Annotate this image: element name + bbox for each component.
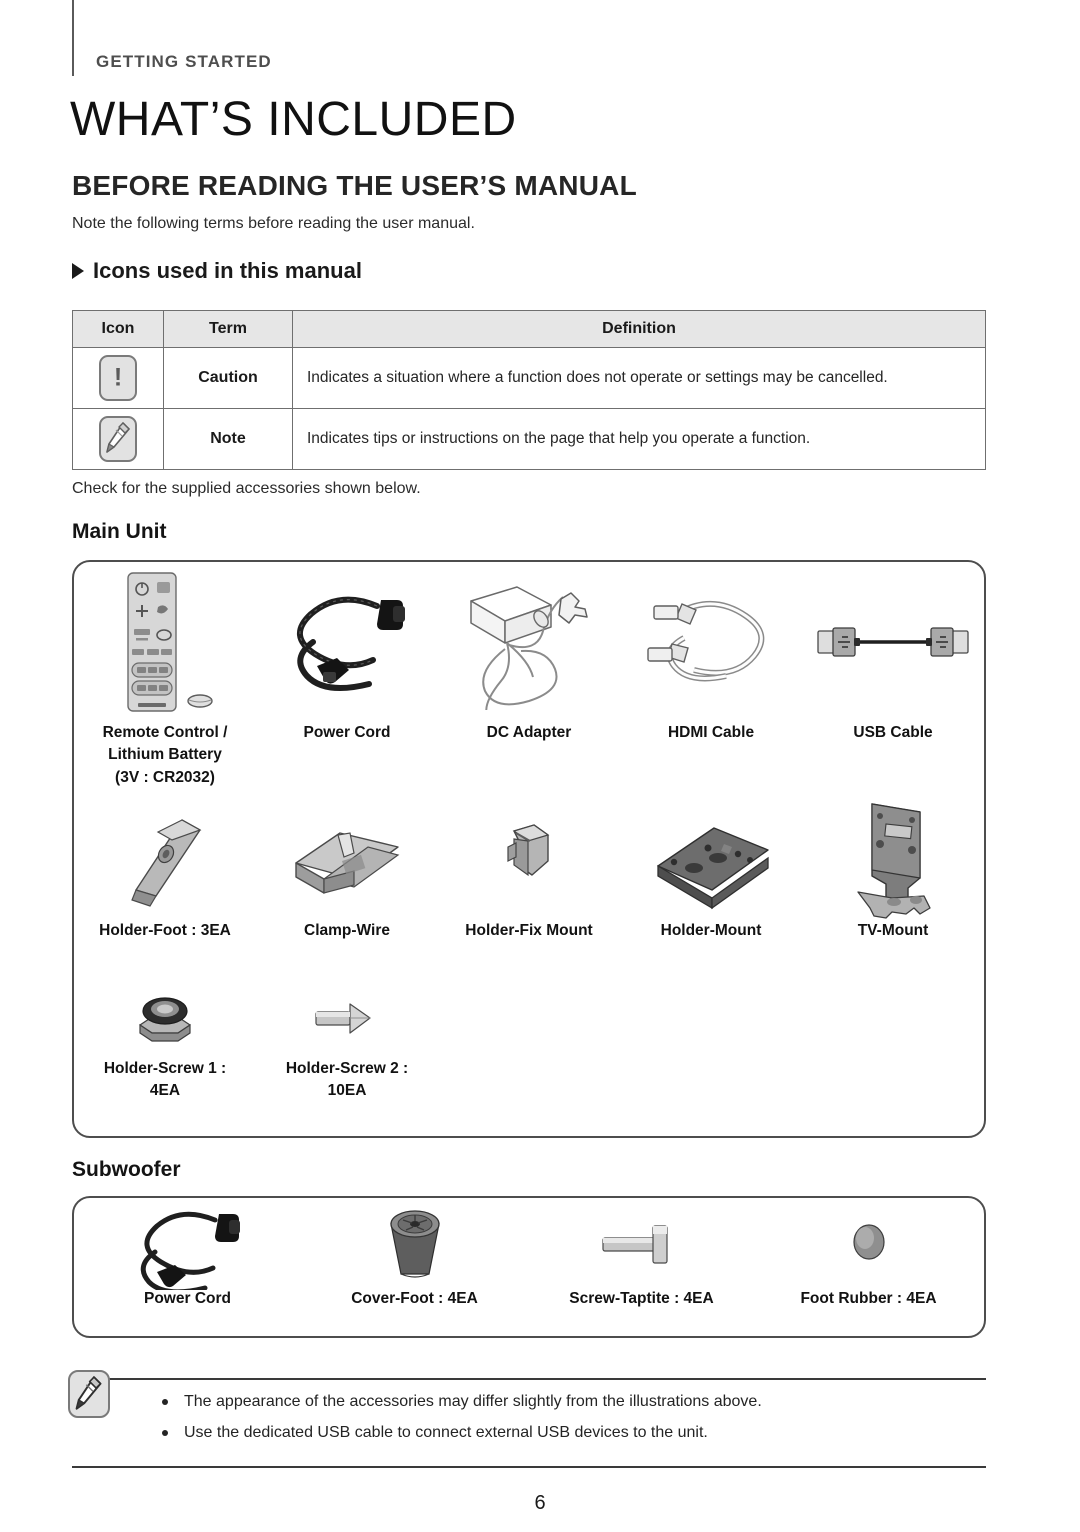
triangle-right-icon xyxy=(72,263,84,279)
accessory-label: Holder-Fix Mount xyxy=(465,922,593,939)
main-unit-row-3: Holder-Screw 1 : 4EA Holder-Screw 2 : 10… xyxy=(74,982,438,1114)
table-header-row: Icon Term Definition xyxy=(72,310,986,348)
note-list-item: The appearance of the accessories may di… xyxy=(160,1386,762,1417)
note-rule-top xyxy=(72,1378,986,1380)
subwoofer-row: Power Cord Cover-Foot : 4EA Screw-Taptit xyxy=(74,1200,984,1322)
accessory-item-holder-fix-mount: Holder-Fix Mount xyxy=(438,800,620,950)
cell-definition-caution: Indicates a situation where a function d… xyxy=(292,347,986,409)
group-label-main-unit: Main Unit xyxy=(72,520,167,543)
accessory-item-holder-foot: Holder-Foot : 3EA xyxy=(74,800,256,950)
section-title: BEFORE READING THE USER’S MANUAL xyxy=(72,170,637,201)
caution-icon xyxy=(99,355,137,401)
accessory-item-subwoofer-power-cord: Power Cord xyxy=(74,1200,301,1322)
screw-taptite-icon xyxy=(587,1200,697,1288)
accessory-label: Power Cord xyxy=(144,1290,231,1307)
accessory-item-dc-adapter: DC Adapter xyxy=(438,566,620,794)
accessory-label: Foot Rubber : 4EA xyxy=(800,1290,937,1307)
accessory-item-screw-taptite: Screw-Taptite : 4EA xyxy=(528,1200,755,1322)
accessory-item-holder-screw-2: Holder-Screw 2 : 10EA xyxy=(256,982,438,1114)
foot-rubber-icon xyxy=(834,1200,904,1288)
accessory-item-power-cord: Power Cord xyxy=(256,566,438,794)
cell-term-caution: Caution xyxy=(163,347,293,409)
accessory-item-hdmi-cable: HDMI Cable xyxy=(620,566,802,794)
accessory-item-remote-control: Remote Control / Lithium Battery (3V : C… xyxy=(74,566,256,794)
note-rule-bottom xyxy=(72,1466,986,1468)
usb-cable-icon xyxy=(808,566,978,718)
accessory-item-usb-cable: USB Cable xyxy=(802,566,984,794)
note-badge xyxy=(68,1370,110,1418)
clamp-wire-icon xyxy=(282,800,412,920)
icons-legend-table: Icon Term Definition Caution Indicates a… xyxy=(72,310,986,470)
accessory-label: Cover-Foot : 4EA xyxy=(351,1290,478,1307)
holder-mount-icon xyxy=(646,800,776,920)
holder-screw-2-icon xyxy=(302,982,392,1058)
note-list-item: Use the dedicated USB cable to connect e… xyxy=(160,1417,762,1448)
holder-screw-1-icon xyxy=(120,982,210,1058)
table-row: Caution Indicates a situation where a fu… xyxy=(72,347,986,409)
column-header-definition: Definition xyxy=(292,310,986,348)
accessory-label: USB Cable xyxy=(853,724,933,741)
remote-control-icon xyxy=(90,566,240,718)
chapter-eyebrow: GETTING STARTED xyxy=(96,52,272,71)
accessory-label: Holder-Foot : 3EA xyxy=(99,922,231,939)
header-vertical-rule xyxy=(72,0,74,76)
holder-foot-icon xyxy=(110,800,220,920)
accessory-item-tv-mount: TV-Mount xyxy=(802,800,984,950)
accessory-label: Holder-Mount xyxy=(660,922,762,939)
tv-mount-icon xyxy=(838,800,948,920)
subsection-heading-label: Icons used in this manual xyxy=(93,258,362,283)
cell-icon-caution xyxy=(72,347,164,409)
table-row: Note Indicates tips or instructions on t… xyxy=(72,408,986,470)
accessories-check-text: Check for the supplied accessories shown… xyxy=(72,480,421,497)
accessory-item-cover-foot: Cover-Foot : 4EA xyxy=(301,1200,528,1322)
column-header-icon: Icon xyxy=(72,310,164,348)
power-cord-icon xyxy=(277,566,417,718)
note-icon xyxy=(99,416,137,462)
cover-foot-icon xyxy=(375,1200,455,1288)
accessory-label: Power Cord xyxy=(303,724,391,741)
dc-adapter-icon xyxy=(449,566,609,718)
note-icon xyxy=(68,1370,110,1418)
accessory-item-holder-screw-1: Holder-Screw 1 : 4EA xyxy=(74,982,256,1114)
accessory-label: Holder-Screw 1 : 4EA xyxy=(103,1060,227,1100)
hdmi-cable-icon xyxy=(636,566,786,718)
accessory-item-clamp-wire: Clamp-Wire xyxy=(256,800,438,950)
accessory-item-foot-rubber: Foot Rubber : 4EA xyxy=(755,1200,982,1322)
accessory-label: TV-Mount xyxy=(857,922,929,939)
subsection-heading: Icons used in this manual xyxy=(72,258,362,284)
holder-fix-mount-icon xyxy=(484,800,574,920)
page-number: 6 xyxy=(534,1492,546,1514)
cell-term-note: Note xyxy=(163,408,293,470)
cell-definition-note: Indicates tips or instructions on the pa… xyxy=(292,408,986,470)
accessory-label: Remote Control / Lithium Battery (3V : C… xyxy=(102,724,228,786)
cell-icon-note xyxy=(72,408,164,470)
note-list: The appearance of the accessories may di… xyxy=(160,1386,762,1448)
accessory-label: Holder-Screw 2 : 10EA xyxy=(285,1060,409,1100)
column-header-term: Term xyxy=(163,310,293,348)
accessory-label: HDMI Cable xyxy=(667,724,755,741)
section-lead-text: Note the following terms before reading … xyxy=(72,215,475,232)
power-cord-icon xyxy=(123,1200,253,1290)
page-title: WHAT’S INCLUDED xyxy=(70,93,517,146)
accessory-label: Screw-Taptite : 4EA xyxy=(569,1290,714,1307)
main-unit-row-2: Holder-Foot : 3EA Clamp-Wire Holder-Fix … xyxy=(74,800,984,950)
accessory-label: DC Adapter xyxy=(486,724,572,741)
accessory-label: Clamp-Wire xyxy=(304,922,390,939)
accessory-item-holder-mount: Holder-Mount xyxy=(620,800,802,950)
main-unit-row-1: Remote Control / Lithium Battery (3V : C… xyxy=(74,566,984,794)
group-label-subwoofer: Subwoofer xyxy=(72,1158,181,1181)
